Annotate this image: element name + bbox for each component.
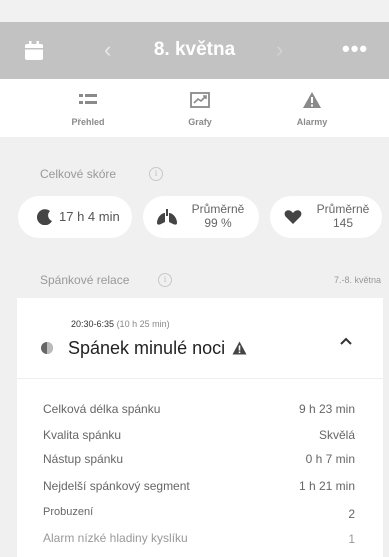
sleep-session-card: 20:30-6:35 (10 h 25 min) Spánek minulé n… [17,298,383,557]
session-time-range: 20:30-6:35 [71,319,115,329]
oxygen-pill: Průměrně 99 % [143,196,259,238]
stat-longest-segment-label: Nejdelší spánkový segment [43,479,190,493]
tab-alarms[interactable]: Alarmy [257,79,367,137]
sleep-duration-value: 17 h 4 min [59,209,120,224]
sleep-sessions-label: Spánkové relace [40,273,130,287]
stat-total-sleep-value: 9 h 23 min [298,402,355,416]
overall-score-label: Celkové skóre [40,167,117,181]
page-title: 8. května [153,39,236,60]
stat-low-oxygen-alarm-label: Alarm nízké hladiny kyslíku [43,531,188,545]
tab-overview-label: Přehled [71,117,105,127]
chart-icon [190,92,210,108]
chevron-up-icon[interactable] [339,336,353,346]
lungs-icon [157,209,177,225]
status-bar [0,0,389,22]
card-divider [17,378,383,379]
heart-average-label: Průměrně [316,202,370,216]
stat-sleep-onset-label: Nástup spánku [43,452,124,466]
tab-alarms-label: Alarmy [296,117,328,127]
session-duration-note: (10 h 25 min) [116,319,170,329]
warning-icon [303,92,321,108]
oxygen-average-value: 99 % [204,216,232,230]
session-time: 20:30-6:35 (10 h 25 min) [71,319,170,329]
more-options-button[interactable]: ••• [342,36,368,62]
oxygen-average-label: Průměrně [191,202,245,216]
stat-sleep-quality-value: Skvělá [318,428,355,442]
tab-charts-label: Grafy [188,117,212,127]
session-title-row[interactable]: Spánek minulé noci [68,338,247,359]
stat-total-sleep-label: Celková délka spánku [43,402,161,416]
tab-bar: Přehled Grafy Alarmy [0,79,389,137]
app-header: ‹ 8. května › ••• [0,22,389,79]
sessions-date-range: 7.-8. května [333,275,381,285]
stat-longest-segment-value: 1 h 21 min [298,479,355,493]
sessions-info-icon[interactable]: i [158,273,172,287]
stat-sleep-onset-value: 0 h 7 min [305,452,355,466]
session-title: Spánek minulé noci [68,338,226,358]
tab-overview[interactable]: Přehled [33,79,143,137]
moon-icon [37,209,52,225]
warning-icon [232,341,247,355]
stat-wakeups-value: 2 [348,507,355,521]
heart-average-value: 145 [332,216,354,230]
overall-info-icon[interactable]: i [149,167,163,181]
heart-rate-pill: Průměrně 145 [270,196,382,238]
next-day-button[interactable]: › [276,37,283,63]
stat-wakeups-label: Probuzení [43,506,94,518]
list-icon [79,94,97,104]
stat-sleep-quality-label: Kvalita spánku [43,428,122,442]
heart-icon [284,210,302,224]
tab-charts[interactable]: Grafy [145,79,255,137]
stat-low-oxygen-alarm-value: 1 [348,532,355,546]
duration-pill: 17 h 4 min [18,196,132,238]
session-status-dot-icon [41,342,53,354]
